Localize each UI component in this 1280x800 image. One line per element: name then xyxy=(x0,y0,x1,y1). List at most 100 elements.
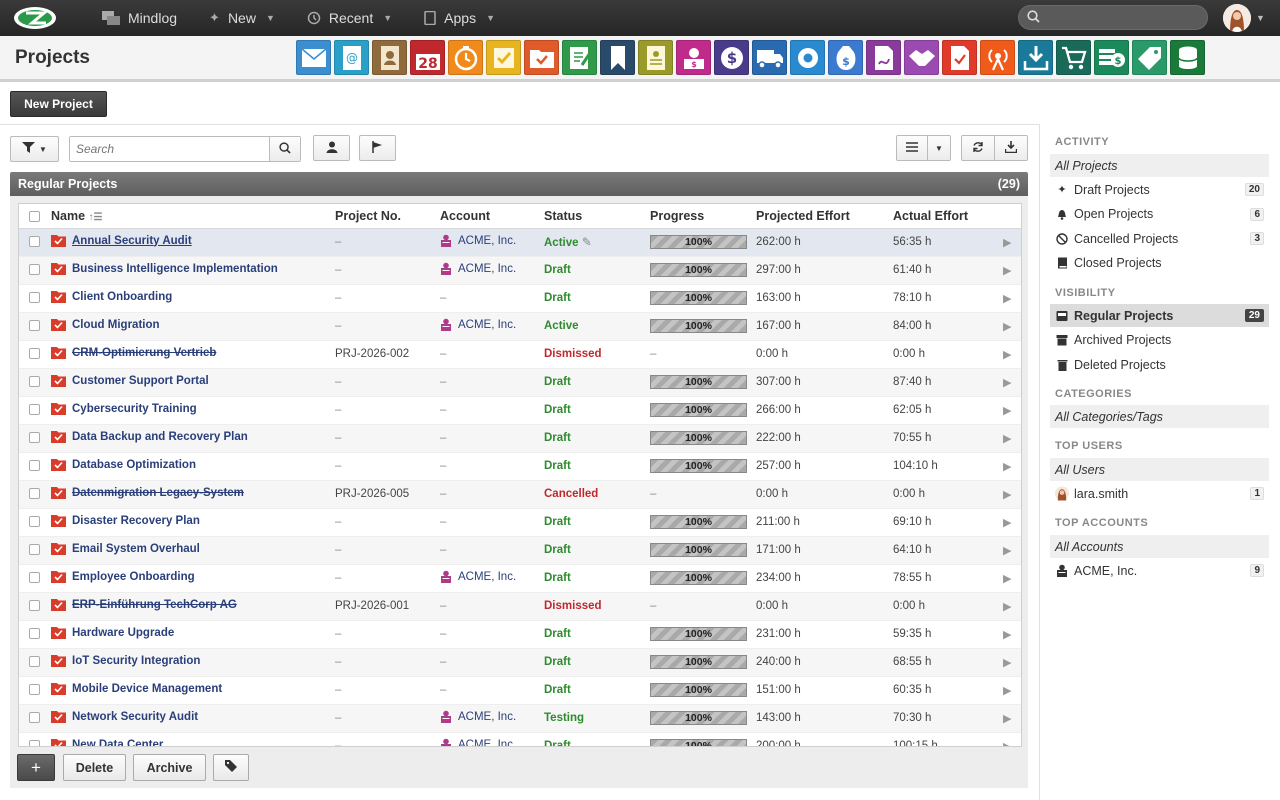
row-checkbox[interactable] xyxy=(29,516,40,528)
table-row[interactable]: Customer Support Portal – – Draft 100% 307:00… xyxy=(19,368,1021,396)
table-row[interactable]: Annual Security Audit – ACME, Inc. Active ✎… xyxy=(19,228,1021,256)
row-checkbox[interactable] xyxy=(29,348,40,360)
column-account[interactable]: Account xyxy=(440,204,544,229)
row-action-arrow-icon[interactable]: ▶ xyxy=(1003,713,1011,725)
project-name-link[interactable]: Cloud Migration xyxy=(51,318,160,331)
row-action-arrow-icon[interactable]: ▶ xyxy=(1003,601,1011,613)
column-status[interactable]: Status xyxy=(544,204,650,229)
email-app-icon[interactable] xyxy=(296,40,331,75)
table-row[interactable]: Client Onboarding – – Draft 100% 163:00 h 78:1… xyxy=(19,284,1021,312)
add-button[interactable]: + xyxy=(17,754,55,781)
sidebar-item-visibility[interactable]: Deleted Projects xyxy=(1050,353,1269,376)
address-app-icon[interactable]: @ xyxy=(334,40,369,75)
notes-app-icon[interactable] xyxy=(562,40,597,75)
row-checkbox[interactable] xyxy=(29,376,40,388)
row-action-arrow-icon[interactable]: ▶ xyxy=(1003,741,1011,747)
shop-app-icon[interactable] xyxy=(1056,40,1091,75)
row-action-arrow-icon[interactable]: ▶ xyxy=(1003,545,1011,557)
table-row[interactable]: Cybersecurity Training – – Draft 100% 266:00 … xyxy=(19,396,1021,424)
row-checkbox[interactable] xyxy=(29,488,40,500)
project-name-link[interactable]: Hardware Upgrade xyxy=(51,626,174,639)
table-row[interactable]: IoT Security Integration – – Draft 100% 240:0… xyxy=(19,648,1021,676)
project-name-link[interactable]: Client Onboarding xyxy=(51,290,172,303)
sidebar-item-activity[interactable]: Closed Projects xyxy=(1050,252,1269,275)
table-row[interactable]: Cloud Migration – ACME, Inc. Active 100% 167:… xyxy=(19,312,1021,340)
sidebar-item-activity[interactable]: Cancelled Projects 3 xyxy=(1050,227,1269,250)
cash-app-icon[interactable]: $ xyxy=(1094,40,1129,75)
table-row[interactable]: Employee Onboarding – ACME, Inc. Draft 100% 2… xyxy=(19,564,1021,592)
account-link[interactable]: ACME, Inc. xyxy=(440,710,516,723)
invoice-app-icon[interactable]: $ xyxy=(828,40,863,75)
sidebar-item-visibility[interactable]: Archived Projects xyxy=(1050,329,1269,352)
table-row[interactable]: CRM-Optimierung Vertrieb PRJ-2026-002 – Dis… xyxy=(19,340,1021,368)
download-app-icon[interactable] xyxy=(1018,40,1053,75)
account-link[interactable]: ACME, Inc. xyxy=(440,262,516,275)
nav-recent[interactable]: Recent ▼ xyxy=(291,0,408,36)
sidebar-item-visibility[interactable]: Regular Projects 29 xyxy=(1050,304,1269,327)
edit-pencil-icon[interactable]: ✎ xyxy=(582,235,592,249)
row-checkbox[interactable] xyxy=(29,600,40,612)
global-search-input[interactable] xyxy=(1046,10,1196,25)
row-checkbox[interactable] xyxy=(29,712,40,724)
table-row[interactable]: ERP-Einführung TechCorp AG PRJ-2026-001 – D… xyxy=(19,592,1021,620)
database-app-icon[interactable] xyxy=(1170,40,1205,75)
contracts-app-icon[interactable] xyxy=(866,40,901,75)
flag-filter-button[interactable] xyxy=(359,135,396,161)
chevron-down-icon[interactable]: ▼ xyxy=(1256,13,1265,23)
table-row[interactable]: Mobile Device Management – – Draft 100% 151:0… xyxy=(19,676,1021,704)
account-link[interactable]: ACME, Inc. xyxy=(440,570,516,583)
support-app-icon[interactable] xyxy=(790,40,825,75)
row-checkbox[interactable] xyxy=(29,544,40,556)
nav-apps[interactable]: Apps ▼ xyxy=(408,0,511,36)
sidebar-item-all-projects[interactable]: All Projects xyxy=(1050,154,1269,177)
project-name-link[interactable]: Data Backup and Recovery Plan xyxy=(51,430,248,443)
project-name-link[interactable]: Datenmigration Legacy-System xyxy=(51,486,244,499)
table-row[interactable]: Database Optimization – – Draft 100% 257:00 h… xyxy=(19,452,1021,480)
column-name[interactable]: Name ↑☰ xyxy=(51,204,335,229)
row-action-arrow-icon[interactable]: ▶ xyxy=(1003,265,1011,277)
documents-app-icon[interactable] xyxy=(638,40,673,75)
view-menu-dropdown[interactable]: ▼ xyxy=(927,135,951,161)
row-checkbox[interactable] xyxy=(29,740,40,746)
pdf-app-icon[interactable] xyxy=(942,40,977,75)
table-row[interactable]: Hardware Upgrade – – Draft 100% 231:00 h 59:35… xyxy=(19,620,1021,648)
row-action-arrow-icon[interactable]: ▶ xyxy=(1003,573,1011,585)
row-action-arrow-icon[interactable]: ▶ xyxy=(1003,685,1011,697)
project-name-link[interactable]: New Data Center xyxy=(51,738,163,746)
row-checkbox[interactable] xyxy=(29,404,40,416)
nav-mindlog[interactable]: Mindlog xyxy=(86,0,193,36)
column-project-no[interactable]: Project No. xyxy=(335,204,440,229)
sort-asc-icon[interactable]: ↑☰ xyxy=(89,212,103,223)
row-checkbox[interactable] xyxy=(29,320,40,332)
tag-button[interactable] xyxy=(213,754,249,781)
global-search[interactable] xyxy=(1018,5,1208,30)
broadcast-app-icon[interactable] xyxy=(980,40,1015,75)
tasks-app-icon[interactable] xyxy=(486,40,521,75)
archive-button[interactable]: Archive xyxy=(133,754,206,781)
row-checkbox[interactable] xyxy=(29,572,40,584)
row-checkbox[interactable] xyxy=(29,460,40,472)
project-name-link[interactable]: Mobile Device Management xyxy=(51,682,222,695)
account-link[interactable]: ACME, Inc. xyxy=(440,738,516,746)
tag-app-icon[interactable] xyxy=(1132,40,1167,75)
search-button[interactable] xyxy=(269,137,300,161)
deals-app-icon[interactable] xyxy=(904,40,939,75)
table-row[interactable]: Network Security Audit – ACME, Inc. Testing… xyxy=(19,704,1021,732)
row-action-arrow-icon[interactable]: ▶ xyxy=(1003,377,1011,389)
row-checkbox[interactable] xyxy=(29,656,40,668)
filter-button[interactable]: ▼ xyxy=(10,136,59,162)
bookmark-app-icon[interactable] xyxy=(600,40,635,75)
project-name-link[interactable]: Employee Onboarding xyxy=(51,570,195,583)
row-checkbox[interactable] xyxy=(29,264,40,276)
sidebar-item-all-users[interactable]: All Users xyxy=(1050,458,1269,481)
column-progress[interactable]: Progress xyxy=(650,204,756,229)
delivery-app-icon[interactable] xyxy=(752,40,787,75)
project-name-link[interactable]: IoT Security Integration xyxy=(51,654,200,667)
project-name-link[interactable]: Network Security Audit xyxy=(51,710,198,723)
row-action-arrow-icon[interactable]: ▶ xyxy=(1003,461,1011,473)
column-projected-effort[interactable]: Projected Effort xyxy=(756,204,893,229)
view-menu-button[interactable] xyxy=(896,135,928,161)
row-action-arrow-icon[interactable]: ▶ xyxy=(1003,657,1011,669)
account-link[interactable]: ACME, Inc. xyxy=(440,318,516,331)
row-action-arrow-icon[interactable]: ▶ xyxy=(1003,517,1011,529)
